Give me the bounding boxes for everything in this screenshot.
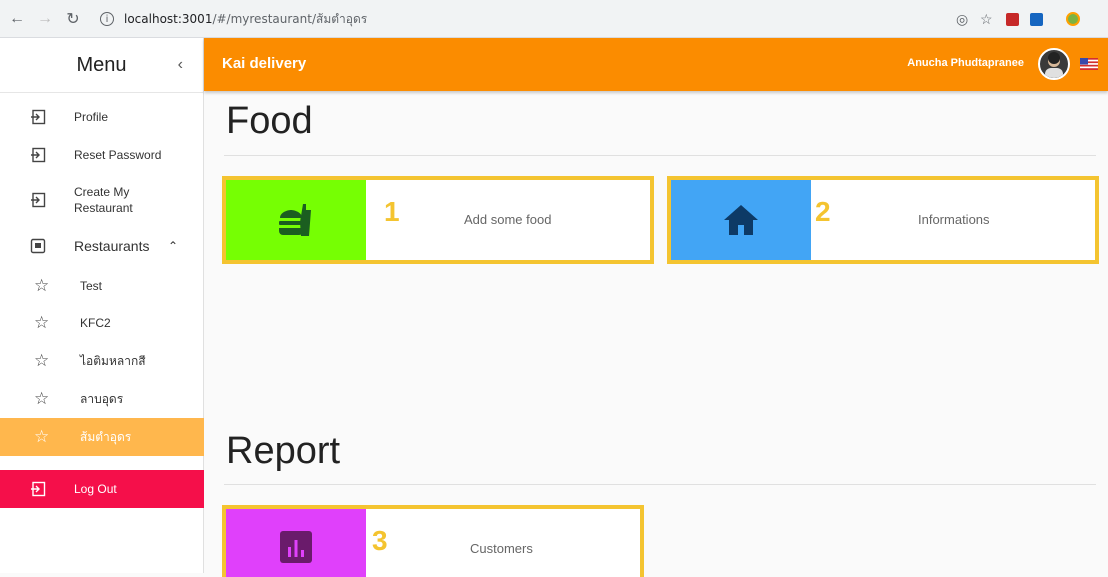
section-title-food: Food [226,100,313,142]
sidebar-item-label: Test [80,279,103,293]
sidebar-item-restaurant[interactable]: ☆ Test [0,275,204,297]
sidebar-item-profile[interactable]: Profile [0,106,204,128]
chevron-up-icon[interactable]: ⌃ [168,239,178,253]
profile-icon[interactable] [1066,7,1080,31]
sidebar-title: Menu [76,53,127,76]
star-icon: ☆ [34,427,50,446]
login-icon [31,109,46,125]
card-customers[interactable]: 3 Customers [222,505,644,577]
sidebar-item-restaurant[interactable]: ☆ KFC2 [0,312,204,334]
brand-title[interactable]: Kai delivery [222,55,306,72]
sidebar-item-label: ไอติมหลากสี [80,354,146,368]
card-label: Informations [918,212,990,227]
extension-icon[interactable] [1006,7,1019,31]
browser-toolbar: ← → ↻ i localhost:3001/#/myrestaurant/ส้… [0,0,1108,38]
sidebar-item-restaurant-active[interactable]: ☆ ส้มตำอุดร [0,418,204,456]
card-number: 1 [384,196,400,227]
collapse-chevron-icon[interactable]: ‹ [178,56,183,74]
sidebar-item-restaurant[interactable]: ☆ ไอติมหลากสี [0,350,204,372]
extension-icon[interactable] [1030,7,1043,31]
card-number: 3 [372,525,388,556]
card-tile [671,180,811,260]
card-informations[interactable]: 2 Informations [667,176,1099,264]
bar-chart-icon [280,531,312,563]
sidebar-item-label: Create My Restaurant [74,185,133,215]
home-icon [724,205,758,235]
address-bar[interactable]: i localhost:3001/#/myrestaurant/ส้มตำอุด… [100,7,1102,31]
star-icon: ☆ [34,389,50,408]
card-label: Customers [470,541,533,556]
bookmark-star-icon[interactable]: ☆ [980,7,993,31]
star-icon: ☆ [34,351,50,370]
avatar[interactable] [1038,48,1070,80]
restaurant-box-icon [30,238,46,254]
sidebar-item-label: ลาบอุดร [80,392,124,406]
logout-icon [31,481,46,497]
logout-label: Log Out [74,482,117,496]
card-label: Add some food [464,212,552,227]
sidebar-item-restaurants[interactable]: Restaurants ⌃ [0,234,204,258]
url-path: /#/myrestaurant/ส้มตำอุดร [212,11,368,26]
card-tile [226,509,366,577]
sidebar-item-label: Restaurants [74,238,150,254]
sidebar-item-reset-password[interactable]: Reset Password [0,144,204,166]
divider [224,484,1096,485]
location-icon[interactable]: ◎ [956,7,968,31]
login-icon [31,192,46,208]
card-add-food[interactable]: 1 Add some food [222,176,654,264]
divider [224,155,1096,156]
us-flag-icon[interactable] [1080,58,1098,70]
reload-icon[interactable]: ↻ [62,8,84,30]
sidebar-item-label: KFC2 [80,316,111,330]
star-icon: ☆ [34,276,50,295]
sidebar-item-label: Reset Password [74,148,162,162]
sidebar-header: Menu ‹ [0,38,203,93]
url-text: localhost:3001/#/myrestaurant/ส้มตำอุดร [124,10,367,29]
star-icon: ☆ [34,313,50,332]
fastfood-icon [279,204,311,236]
sidebar-item-restaurant[interactable]: ☆ ลาบอุดร [0,388,204,410]
logout-button[interactable]: Log Out [0,470,204,508]
sidebar-item-label: Profile [74,110,109,124]
section-title-report: Report [226,430,341,472]
app-bar: Kai delivery Anucha Phudtapranee [204,38,1108,91]
url-host: localhost:3001 [124,11,213,26]
info-icon[interactable]: i [100,12,114,26]
sidebar-item-create-restaurant[interactable]: Create My Restaurant [0,182,204,218]
login-icon [31,147,46,163]
sidebar-item-label: ส้มตำอุดร [80,430,132,444]
card-tile [226,180,366,260]
forward-arrow-icon[interactable]: → [34,8,56,30]
back-arrow-icon[interactable]: ← [6,8,28,30]
user-name[interactable]: Anucha Phudtapranee [907,57,1024,69]
card-number: 2 [815,196,831,227]
